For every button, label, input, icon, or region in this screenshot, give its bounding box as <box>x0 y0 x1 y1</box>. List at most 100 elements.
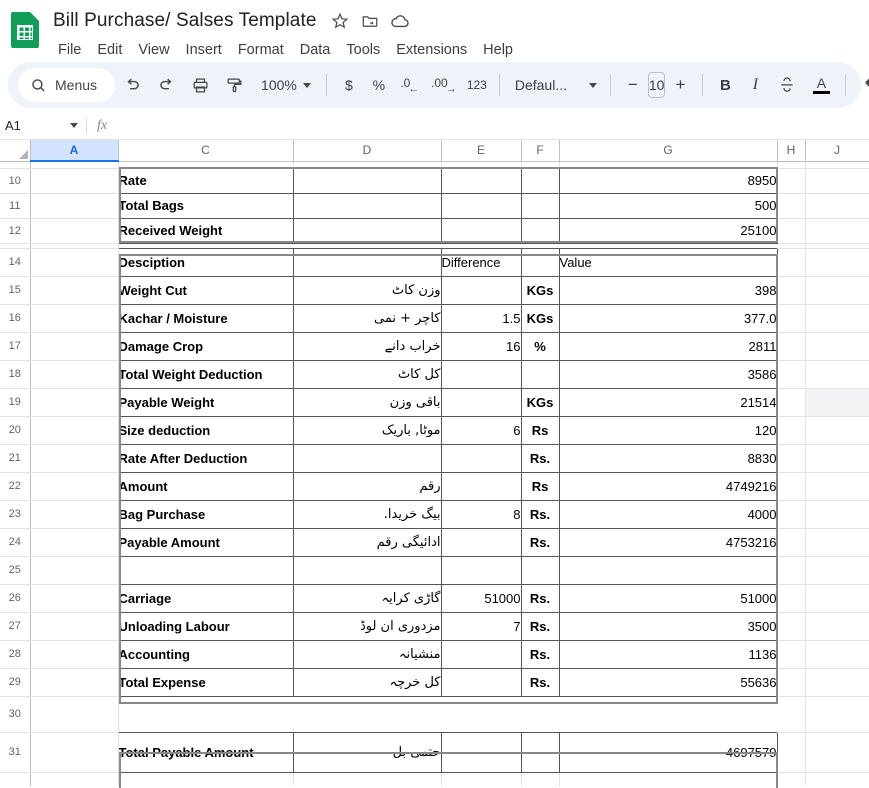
cell-j22[interactable] <box>805 472 869 501</box>
cell-h11[interactable] <box>777 193 806 219</box>
cell-j26[interactable] <box>805 584 869 613</box>
row-header-32[interactable] <box>0 772 31 786</box>
cell-c18[interactable]: Total Weight Deduction <box>117 359 294 389</box>
currency-format-button[interactable]: $ <box>334 70 364 100</box>
cell-g14[interactable]: Value <box>558 247 778 277</box>
cell-j31[interactable] <box>805 732 869 773</box>
row-header-20[interactable]: 20 <box>0 416 31 445</box>
cell-f27[interactable]: Rs. <box>520 611 560 641</box>
select-all-corner[interactable] <box>0 140 31 162</box>
row-header-26[interactable]: 26 <box>0 584 31 613</box>
cell-j10[interactable] <box>805 168 869 194</box>
row-header-29[interactable]: 29 <box>0 668 31 697</box>
cell-e32[interactable] <box>441 772 522 786</box>
font-family-select[interactable]: Defaul... <box>507 70 603 100</box>
cell-j15[interactable] <box>805 276 869 305</box>
row-header-22[interactable]: 22 <box>0 472 31 501</box>
cell-h29[interactable] <box>777 668 806 697</box>
column-header-j[interactable]: J <box>805 140 869 162</box>
cell-g18[interactable]: 3586 <box>558 359 778 389</box>
column-header-a[interactable]: A <box>30 140 119 162</box>
cell-g31[interactable]: 4697579 <box>558 731 778 773</box>
cell-h9[interactable] <box>777 161 806 169</box>
cell-e14[interactable]: Difference <box>440 247 522 277</box>
row-header-25[interactable]: 25 <box>0 556 31 585</box>
menu-edit[interactable]: Edit <box>89 39 130 61</box>
print-button[interactable] <box>183 68 217 102</box>
cell-h30[interactable] <box>777 696 806 733</box>
move-to-folder-icon[interactable] <box>360 11 380 31</box>
cell-f26[interactable]: Rs. <box>520 583 560 613</box>
cell-c26[interactable]: Carriage <box>117 583 294 613</box>
cell-j11[interactable] <box>805 193 869 219</box>
cell-d30[interactable] <box>293 696 441 732</box>
cell-d18[interactable]: کل کاٹ <box>292 359 442 389</box>
cell-d22[interactable]: رقم <box>292 471 442 501</box>
cell-d20[interactable]: موٹا, باریک <box>292 415 442 445</box>
cell-f19[interactable]: KGs <box>520 387 560 417</box>
row-header-19[interactable]: 19 <box>0 388 31 417</box>
cell-h31[interactable] <box>777 732 806 773</box>
column-header-h[interactable]: H <box>777 140 806 162</box>
cell-a11[interactable] <box>30 193 119 219</box>
cell-h23[interactable] <box>777 500 806 529</box>
row-header-16[interactable]: 16 <box>0 304 31 333</box>
cell-d21[interactable] <box>292 443 442 473</box>
cell-g17[interactable]: 2811 <box>558 331 778 361</box>
cell-d26[interactable]: گاڑی کرایہ <box>292 583 442 613</box>
cell-d25[interactable] <box>292 555 442 585</box>
cell-c17[interactable]: Damage Crop <box>117 331 294 361</box>
cell-d24[interactable]: ادائیگی رقم <box>292 527 442 557</box>
cell-e11[interactable] <box>440 192 522 219</box>
cell-a29[interactable] <box>30 668 119 697</box>
cell-e20[interactable]: 6 <box>440 415 522 445</box>
cloud-saved-icon[interactable] <box>390 11 410 31</box>
cell-e10[interactable] <box>440 167 522 194</box>
cell-j25[interactable] <box>805 556 869 585</box>
cell-g16[interactable]: 377.0 <box>558 303 778 333</box>
cell-f18[interactable] <box>520 359 560 389</box>
cell-g20[interactable]: 120 <box>558 415 778 445</box>
cell-a14[interactable] <box>30 248 119 277</box>
cell-f12[interactable] <box>520 217 560 244</box>
cell-e30[interactable] <box>441 696 521 732</box>
row-header-10[interactable]: 10 <box>0 168 31 194</box>
cell-e15[interactable] <box>440 275 522 305</box>
cell-c27[interactable]: Unloading Labour <box>117 611 294 641</box>
cell-f9[interactable] <box>521 161 560 169</box>
menu-insert[interactable]: Insert <box>178 39 230 61</box>
cell-c22[interactable]: Amount <box>117 471 294 501</box>
cell-d12[interactable] <box>292 217 442 244</box>
cell-h17[interactable] <box>777 332 806 361</box>
cell-j30[interactable] <box>805 696 869 733</box>
star-icon[interactable] <box>330 11 350 31</box>
cell-a10[interactable] <box>30 168 119 194</box>
cell-c15[interactable]: Weight Cut <box>117 275 294 305</box>
row-header-27[interactable]: 27 <box>0 612 31 641</box>
cell-h19[interactable] <box>777 388 806 417</box>
cell-d31[interactable]: حتمی بل <box>292 731 442 773</box>
menu-extensions[interactable]: Extensions <box>388 39 475 61</box>
cell-f14[interactable] <box>520 247 560 277</box>
cell-e18[interactable] <box>440 359 522 389</box>
text-color-button[interactable]: A <box>804 68 838 102</box>
cell-f28[interactable]: Rs. <box>520 639 560 669</box>
column-header-f[interactable]: F <box>521 140 560 162</box>
cell-a17[interactable] <box>30 332 119 361</box>
cell-c23[interactable]: Bag Purchase <box>117 499 294 529</box>
cell-j9[interactable] <box>805 161 869 169</box>
cell-a22[interactable] <box>30 472 119 501</box>
cell-d11[interactable] <box>292 192 442 219</box>
menu-view[interactable]: View <box>130 39 177 61</box>
cell-c19[interactable]: Payable Weight <box>117 387 294 417</box>
cell-c10[interactable]: Rate <box>117 167 294 194</box>
cell-g19[interactable]: 21514 <box>558 387 778 417</box>
cell-h10[interactable] <box>777 168 806 194</box>
cell-f32[interactable] <box>521 772 560 786</box>
cell-e23[interactable]: 8 <box>440 499 522 529</box>
cell-j20[interactable] <box>805 416 869 445</box>
row-header-12[interactable]: 12 <box>0 218 31 244</box>
cell-j28[interactable] <box>805 640 869 669</box>
row-header-24[interactable]: 24 <box>0 528 31 557</box>
cell-h28[interactable] <box>777 640 806 669</box>
